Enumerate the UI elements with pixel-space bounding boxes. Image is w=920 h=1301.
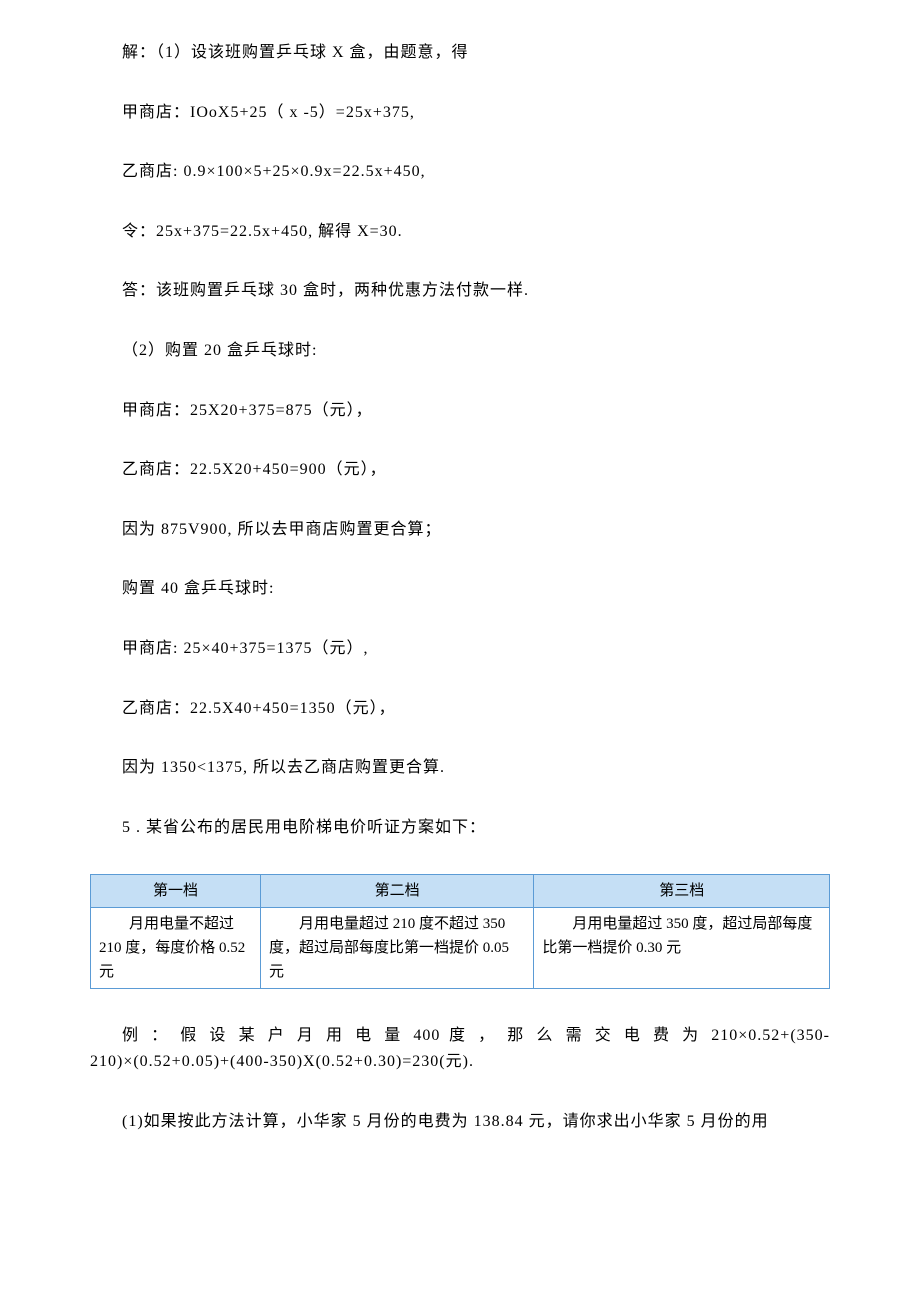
store-b-calc-40: 乙商店：22.5X40+450=1350（元），	[90, 696, 830, 722]
equation-solve: 令：25x+375=22.5x+450, 解得 X=30.	[90, 219, 830, 245]
tier-3-header: 第三档	[534, 875, 830, 908]
tier-1-header: 第一档	[91, 875, 261, 908]
tier-1-description: 月用电量不超过 210 度，每度价格 0.52 元	[91, 908, 261, 989]
store-b-formula: 乙商店: 0.9×100×5+25×0.9x=22.5x+450,	[90, 159, 830, 185]
table-row: 月用电量不超过 210 度，每度价格 0.52 元 月用电量超过 210 度不超…	[91, 908, 830, 989]
answer-part1: 答：该班购置乒乓球 30 盒时，两种优惠方法付款一样.	[90, 278, 830, 304]
problem-5-intro: 5 . 某省公布的居民用电阶梯电价听证方案如下：	[90, 815, 830, 841]
part2-40-intro: 购置 40 盒乒乓球时:	[90, 576, 830, 602]
store-a-calc-20: 甲商店：25X20+375=875（元），	[90, 398, 830, 424]
store-a-calc-40: 甲商店: 25×40+375=1375（元）,	[90, 636, 830, 662]
store-b-calc-20: 乙商店：22.5X20+450=900（元），	[90, 457, 830, 483]
conclusion-20: 因为 875V900, 所以去甲商店购置更合算；	[90, 517, 830, 543]
tier-3-description: 月用电量超过 350 度，超过局部每度比第一档提价 0.30 元	[534, 908, 830, 989]
question-1: (1)如果按此方法计算，小华家 5 月份的电费为 138.84 元，请你求出小华…	[90, 1109, 830, 1135]
solution-intro: 解：（1）设该班购置乒乓球 X 盒，由题意，得	[90, 40, 830, 66]
example-calculation: 例 ： 假 设 某 户 月 用 电 量 400 度 ， 那 么 需 交 电 费 …	[90, 1023, 830, 1074]
electricity-price-table: 第一档 第二档 第三档 月用电量不超过 210 度，每度价格 0.52 元 月用…	[90, 874, 830, 989]
table-header-row: 第一档 第二档 第三档	[91, 875, 830, 908]
part2-intro: （2）购置 20 盒乒乓球时:	[90, 338, 830, 364]
store-a-formula: 甲商店：IOoX5+25（ x -5）=25x+375,	[90, 100, 830, 126]
tier-2-description: 月用电量超过 210 度不超过 350 度，超过局部每度比第一档提价 0.05 …	[260, 908, 533, 989]
conclusion-40: 因为 1350<1375, 所以去乙商店购置更合算.	[90, 755, 830, 781]
tier-2-header: 第二档	[260, 875, 533, 908]
